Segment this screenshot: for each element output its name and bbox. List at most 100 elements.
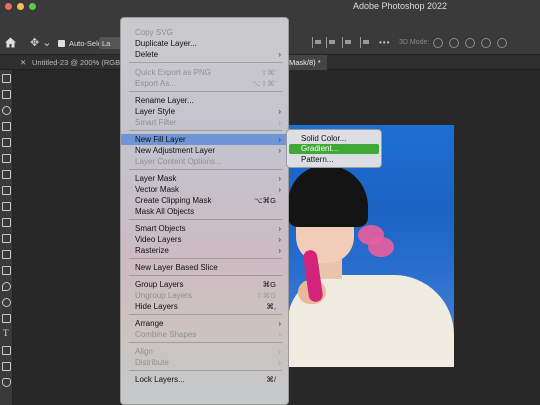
- brush-tool-icon[interactable]: [2, 202, 11, 211]
- 3d-mode-label: 3D Mode:: [399, 39, 430, 46]
- menu-item-quick-export-png[interactable]: Quick Export as PNG ⇧⌘': [121, 67, 288, 78]
- lasso-tool-icon[interactable]: [2, 106, 11, 115]
- submenu-arrow-icon: ›: [278, 185, 281, 194]
- 3d-drag-icon[interactable]: [465, 38, 475, 48]
- submenu-arrow-icon: ›: [278, 50, 281, 59]
- submenu-arrow-icon: ›: [278, 358, 281, 367]
- menu-item-new-layer-based-slice[interactable]: New Layer Based Slice: [121, 262, 288, 273]
- history-brush-tool-icon[interactable]: [2, 234, 11, 243]
- eraser-tool-icon[interactable]: [2, 250, 11, 259]
- align-top-icon[interactable]: [360, 37, 371, 48]
- auto-select-checkbox[interactable]: [58, 40, 65, 47]
- menu-item-ungroup-layers[interactable]: Ungroup Layers ⇧⌘G: [121, 290, 288, 301]
- move-tool-icon[interactable]: [2, 74, 11, 83]
- layer-context-menu: Copy SVG Duplicate Layer... Delete › Quic…: [120, 17, 289, 405]
- new-fill-layer-submenu: Solid Color... Gradient... Pattern...: [286, 129, 382, 168]
- more-options-icon[interactable]: •••: [379, 38, 390, 47]
- submenu-arrow-icon: ›: [278, 107, 281, 116]
- dodge-tool-icon[interactable]: [2, 298, 11, 307]
- menu-item-layer-content-options[interactable]: Layer Content Options...: [121, 156, 288, 167]
- menu-separator: [129, 169, 282, 170]
- menu-separator: [129, 91, 282, 92]
- 3d-slide-icon[interactable]: [481, 38, 491, 48]
- path-selection-tool-icon[interactable]: [2, 346, 11, 355]
- menu-item-rasterize[interactable]: Rasterize ›: [121, 245, 288, 256]
- marquee-tool-icon[interactable]: [2, 90, 11, 99]
- menu-item-lock-layers[interactable]: Lock Layers... ⌘/: [121, 374, 288, 385]
- tools-panel: T: [0, 70, 13, 405]
- minimize-window-icon[interactable]: [17, 3, 24, 10]
- type-tool-icon[interactable]: T: [3, 328, 9, 338]
- align-center-icon[interactable]: [326, 37, 337, 48]
- app-title: Adobe Photoshop 2022: [352, 1, 448, 11]
- eyedropper-tool-icon[interactable]: [2, 170, 11, 179]
- menu-item-combine-shapes[interactable]: Combine Shapes ›: [121, 329, 288, 340]
- object-selection-tool-icon[interactable]: [2, 122, 11, 131]
- close-window-icon[interactable]: [5, 3, 12, 10]
- submenu-arrow-icon: ›: [278, 330, 281, 339]
- auto-select-dropdown[interactable]: La: [99, 37, 121, 49]
- rectangle-tool-icon[interactable]: [2, 362, 11, 371]
- menu-item-new-adjustment-layer[interactable]: New Adjustment Layer ›: [121, 145, 288, 156]
- submenu-item-pattern[interactable]: Pattern...: [289, 155, 379, 165]
- submenu-arrow-icon: ›: [278, 347, 281, 356]
- menu-item-video-layers[interactable]: Video Layers ›: [121, 234, 288, 245]
- menu-item-align[interactable]: Align ›: [121, 346, 288, 357]
- blur-tool-icon[interactable]: [2, 282, 11, 291]
- menu-item-group-layers[interactable]: Group Layers ⌘G: [121, 279, 288, 290]
- menu-item-mask-all-objects[interactable]: Mask All Objects: [121, 206, 288, 217]
- menu-item-export-as[interactable]: Export As... ⌥⇧⌘': [121, 78, 288, 89]
- menu-separator: [129, 370, 282, 371]
- menu-item-arrange[interactable]: Arrange ›: [121, 318, 288, 329]
- menu-item-layer-mask[interactable]: Layer Mask ›: [121, 173, 288, 184]
- tab-active-document[interactable]: Mask/8) *: [287, 55, 327, 70]
- menu-item-vector-mask[interactable]: Vector Mask ›: [121, 184, 288, 195]
- menu-item-delete[interactable]: Delete ›: [121, 49, 288, 60]
- menu-item-copy-svg[interactable]: Copy SVG: [121, 27, 288, 38]
- menu-item-smart-objects[interactable]: Smart Objects ›: [121, 223, 288, 234]
- zoom-window-icon[interactable]: [29, 3, 36, 10]
- 3d-orbit-icon[interactable]: [433, 38, 443, 48]
- home-icon[interactable]: [4, 36, 17, 49]
- submenu-arrow-icon: ›: [278, 146, 281, 155]
- submenu-arrow-icon: ›: [278, 246, 281, 255]
- menu-separator: [129, 62, 282, 63]
- crop-tool-icon[interactable]: [2, 138, 11, 147]
- pink-decoration-right: [368, 237, 394, 257]
- frame-tool-icon[interactable]: [2, 154, 11, 163]
- menu-separator: [129, 342, 282, 343]
- align-left-icon[interactable]: [312, 37, 323, 48]
- menu-item-create-clipping-mask[interactable]: Create Clipping Mask ⌥⌘G: [121, 195, 288, 206]
- submenu-arrow-icon: ›: [278, 224, 281, 233]
- menu-item-distribute[interactable]: Distribute ›: [121, 357, 288, 368]
- gradient-tool-icon[interactable]: [2, 266, 11, 275]
- menu-separator: [129, 258, 282, 259]
- 3d-roll-icon[interactable]: [449, 38, 459, 48]
- menu-item-duplicate-layer[interactable]: Duplicate Layer...: [121, 38, 288, 49]
- menu-item-hide-layers[interactable]: Hide Layers ⌘,: [121, 301, 288, 312]
- menu-separator: [129, 130, 282, 131]
- submenu-arrow-icon: ›: [278, 118, 281, 127]
- menu-separator: [129, 314, 282, 315]
- align-right-icon[interactable]: [342, 37, 353, 48]
- submenu-arrow-icon: ›: [278, 135, 281, 144]
- submenu-item-solid-color[interactable]: Solid Color...: [289, 134, 379, 144]
- 3d-scale-icon[interactable]: [497, 38, 507, 48]
- hand-tool-icon[interactable]: [2, 378, 11, 387]
- menu-item-smart-filter[interactable]: Smart Filter ›: [121, 117, 288, 128]
- submenu-item-gradient[interactable]: Gradient...: [289, 144, 379, 154]
- submenu-arrow-icon: ›: [278, 319, 281, 328]
- menu-separator: [129, 275, 282, 276]
- tab-untitled-23[interactable]: Untitled-23 @ 200% (RGB/: [32, 55, 122, 70]
- menu-item-rename-layer[interactable]: Rename Layer...: [121, 95, 288, 106]
- submenu-arrow-icon: ›: [278, 235, 281, 244]
- move-tool-options-icon[interactable]: ✥ ⌄: [30, 36, 52, 49]
- clone-stamp-tool-icon[interactable]: [2, 218, 11, 227]
- healing-brush-tool-icon[interactable]: [2, 186, 11, 195]
- menu-item-new-fill-layer[interactable]: New Fill Layer ›: [121, 134, 288, 145]
- submenu-arrow-icon: ›: [278, 174, 281, 183]
- menu-separator: [129, 219, 282, 220]
- menu-item-layer-style[interactable]: Layer Style ›: [121, 106, 288, 117]
- pen-tool-icon[interactable]: [2, 314, 11, 323]
- close-tab-icon[interactable]: ✕: [20, 55, 28, 70]
